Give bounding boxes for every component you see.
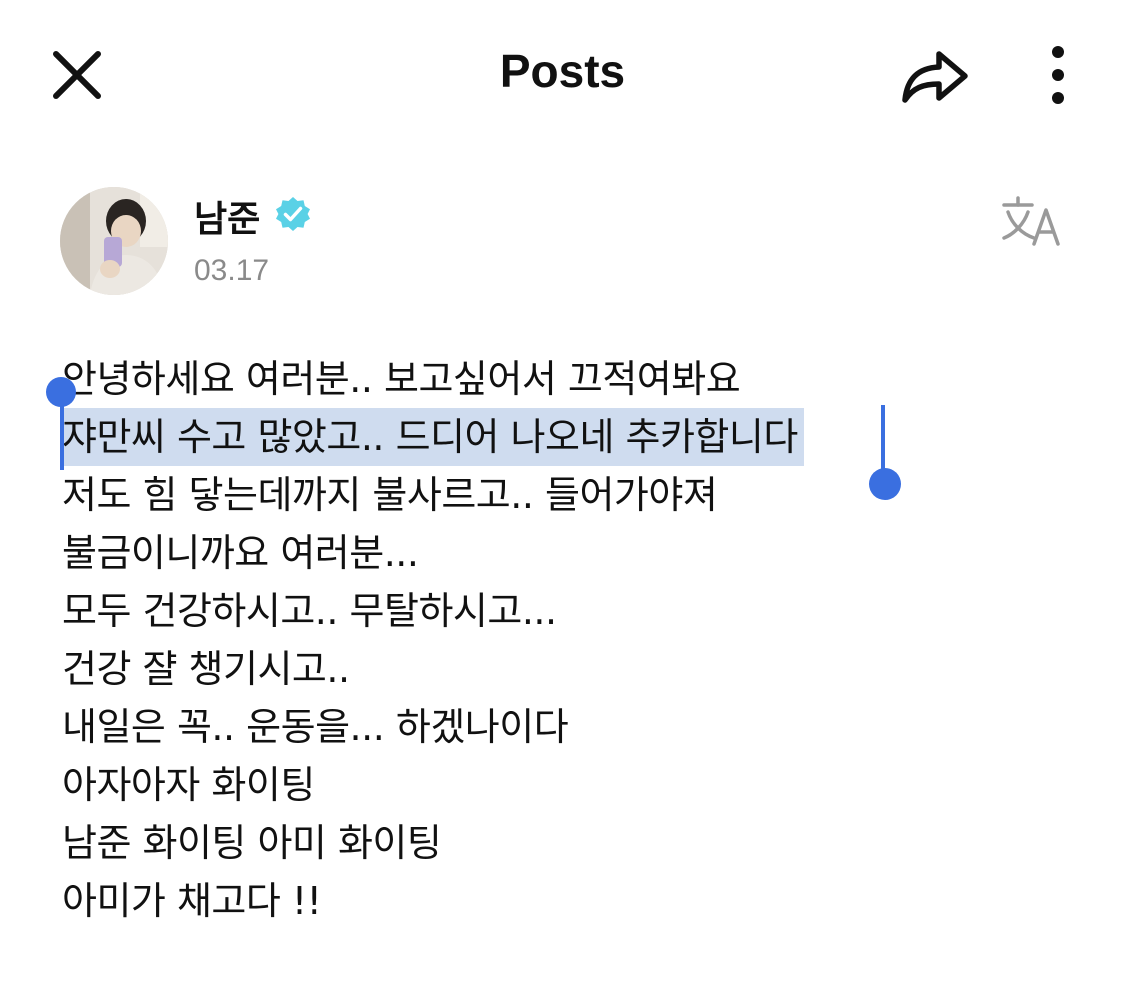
selection-end-handle[interactable] (869, 468, 901, 500)
verified-badge (274, 195, 312, 233)
post-line: 저도 힘 닿는데까지 불사르고.. 들어가야져 (62, 473, 718, 517)
translate-button[interactable] (1000, 196, 1066, 248)
post-line-selected[interactable]: 쟈만씨 수고 많았고.. 드디어 나오네 추카합니다 (62, 408, 804, 466)
post-line: 불금이니까요 여러분... (62, 531, 419, 575)
post-line: 건강 쟐 챙기시고.. (62, 647, 350, 691)
post-content[interactable]: 안녕하세요 여러분.. 보고싶어서 끄적여봐요 쟈만씨 수고 많았고.. 드디어… (62, 350, 804, 930)
post-line: 안녕하세요 여러분.. 보고싶어서 끄적여봐요 (62, 357, 741, 401)
post-line: 아미가 채고다 !! (62, 879, 322, 923)
post-line: 모두 건강하시고.. 무탈하시고... (62, 589, 557, 633)
selection-start-handle[interactable] (46, 377, 76, 407)
share-button[interactable] (893, 40, 973, 110)
avatar-photo (60, 187, 168, 295)
avatar[interactable] (60, 187, 168, 295)
post-line: 남준 화이팅 아미 화이팅 (62, 821, 442, 865)
top-bar: Posts (0, 0, 1125, 150)
more-options-button[interactable] (1036, 40, 1080, 110)
selection-end-handle-bar[interactable] (881, 405, 885, 477)
post-line: 아자아자 화이팅 (62, 763, 315, 807)
share-icon (902, 51, 968, 103)
author-name[interactable]: 남준 (194, 190, 260, 242)
selection-start-handle-bar[interactable] (60, 398, 64, 470)
post-line: 내일은 꼭.. 운동을... 하겠나이다 (62, 705, 569, 749)
more-vertical-icon (1052, 46, 1064, 104)
post-date: 03.17 (194, 254, 270, 287)
translate-icon (1002, 196, 1060, 246)
verified-badge-icon (276, 197, 310, 231)
